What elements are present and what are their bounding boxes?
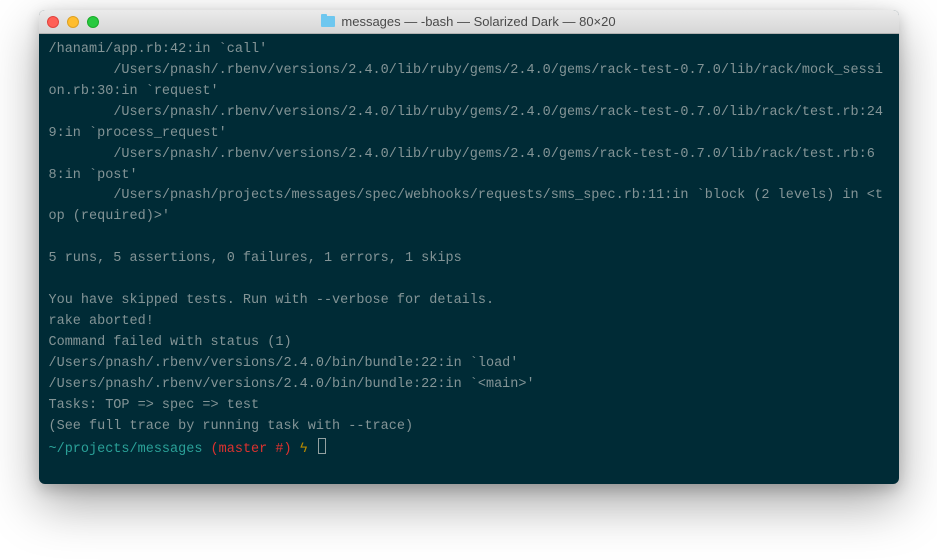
bolt-icon: ϟ — [300, 442, 308, 457]
prompt-branch: (master #) — [211, 442, 292, 457]
prompt: ~/projects/messages (master #) ϟ — [49, 442, 326, 457]
skipped-msg: You have skipped tests. Run with --verbo… — [49, 293, 495, 308]
terminal-window: messages — -bash — Solarized Dark — 80×2… — [39, 10, 899, 484]
trace-line: /Users/pnash/.rbenv/versions/2.4.0/bin/b… — [49, 356, 519, 371]
test-results: 5 runs, 5 assertions, 0 failures, 1 erro… — [49, 251, 462, 266]
cmd-failed: Command failed with status (1) — [49, 335, 292, 350]
window-title: messages — -bash — Solarized Dark — 80×2… — [341, 14, 615, 29]
rake-aborted: rake aborted! — [49, 314, 154, 329]
seefull-line: (See full trace by running task with --t… — [49, 419, 414, 434]
traffic-lights — [47, 16, 99, 28]
trace-line: /Users/pnash/.rbenv/versions/2.4.0/bin/b… — [49, 377, 535, 392]
terminal-line: /Users/pnash/.rbenv/versions/2.4.0/lib/r… — [49, 105, 883, 141]
fullscreen-icon[interactable] — [87, 16, 99, 28]
title-wrap: messages — -bash — Solarized Dark — 80×2… — [39, 14, 899, 29]
cursor — [318, 438, 326, 454]
close-icon[interactable] — [47, 16, 59, 28]
folder-icon — [321, 16, 335, 27]
minimize-icon[interactable] — [67, 16, 79, 28]
terminal-body[interactable]: /hanami/app.rb:42:in `call' /Users/pnash… — [39, 34, 899, 484]
tasks-line: Tasks: TOP => spec => test — [49, 398, 260, 413]
terminal-line: /hanami/app.rb:42:in `call' — [49, 42, 268, 57]
terminal-line: /Users/pnash/.rbenv/versions/2.4.0/lib/r… — [49, 63, 883, 99]
prompt-path: ~/projects/messages — [49, 442, 203, 457]
titlebar[interactable]: messages — -bash — Solarized Dark — 80×2… — [39, 10, 899, 34]
terminal-line: /Users/pnash/projects/messages/spec/webh… — [49, 188, 883, 224]
terminal-line: /Users/pnash/.rbenv/versions/2.4.0/lib/r… — [49, 147, 875, 183]
